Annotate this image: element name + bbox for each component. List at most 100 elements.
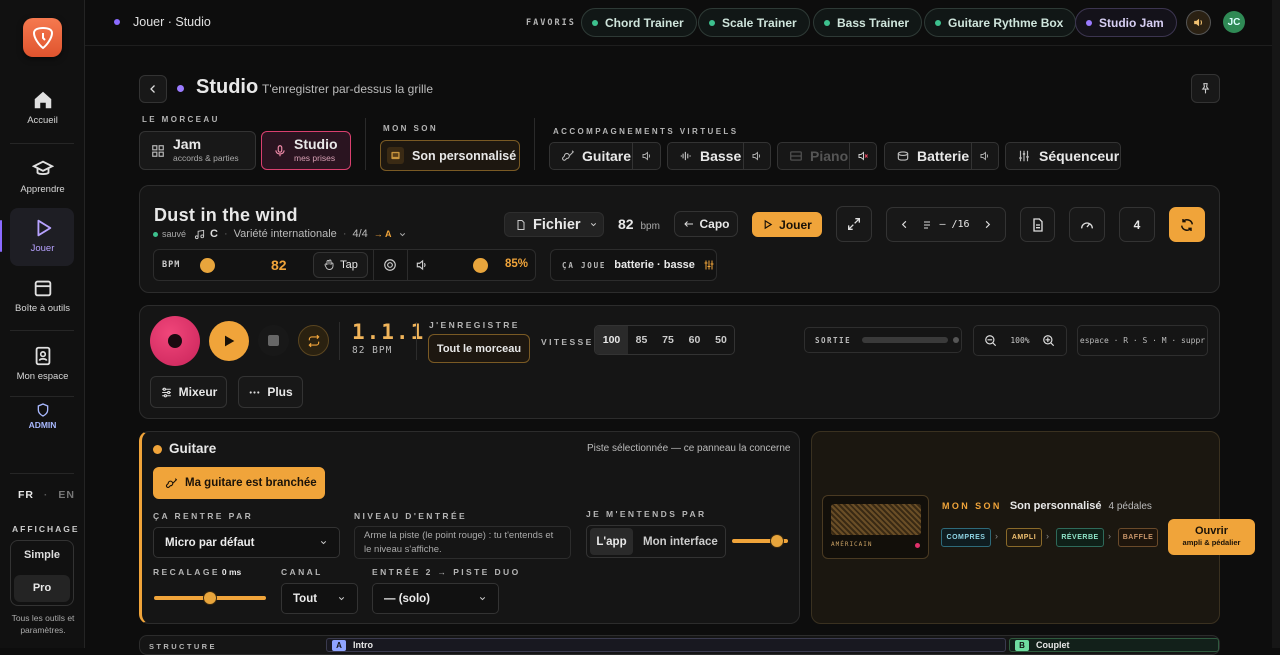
fav-guitare-rythme-box[interactable]: Guitare Rythme Box: [924, 8, 1077, 37]
loop-toggle-button[interactable]: [298, 325, 329, 356]
lang-fr[interactable]: FR: [18, 489, 34, 501]
speed-50[interactable]: 50: [708, 326, 734, 354]
capo-button[interactable]: Capo: [674, 211, 738, 237]
speed-85[interactable]: 85: [628, 326, 655, 354]
duo-select[interactable]: — (solo): [372, 583, 499, 614]
metronome-target-button[interactable]: [383, 258, 397, 275]
jouer-button[interactable]: Jouer: [752, 212, 822, 237]
chain-compres[interactable]: COMPRES: [941, 528, 991, 547]
batterie-toggle[interactable]: Batterie: [885, 143, 972, 169]
bpm-slider-thumb[interactable]: [200, 258, 215, 273]
guitar-plugged-button[interactable]: Ma guitare est branchée: [153, 467, 325, 499]
song-meter[interactable]: 4/4: [352, 228, 367, 240]
fav-bass-trainer[interactable]: Bass Trainer: [813, 8, 923, 37]
sound-toggle-button[interactable]: [1186, 10, 1211, 35]
input-select[interactable]: Micro par défaut: [153, 527, 340, 558]
volume-slider-thumb[interactable]: [473, 258, 488, 273]
record-mode-select[interactable]: Tout le morceau: [428, 334, 530, 363]
sidebar-label: Apprendre: [20, 184, 65, 195]
piano-toggle[interactable]: Piano: [778, 143, 850, 169]
volume-button[interactable]: [415, 258, 429, 275]
accomp-label: ACCOMPAGNEMENTS VIRTUELS: [553, 127, 739, 136]
zoom-in-icon[interactable]: [1042, 334, 1056, 348]
graduation-cap-icon: [31, 160, 54, 175]
chain-ampli[interactable]: AMPLI: [1006, 528, 1042, 547]
basse-toggle[interactable]: Basse: [668, 143, 744, 169]
zoom-out-icon[interactable]: [984, 334, 998, 348]
play-button[interactable]: [209, 321, 249, 361]
sidebar-item-admin[interactable]: ADMIN: [0, 402, 85, 430]
speed-75[interactable]: 75: [655, 326, 681, 354]
expand-icon: [848, 218, 860, 230]
recalage-value: 0 ms: [221, 567, 242, 577]
jam-mode-button[interactable]: Jam accords & parties: [139, 131, 256, 170]
chain-baffle[interactable]: BAFFLE: [1118, 528, 1158, 547]
level-hint: Arme la piste (le point rouge) : tu t'en…: [354, 526, 571, 559]
more-horizontal-icon: [249, 390, 260, 394]
target-icon: [384, 259, 396, 271]
song-title: Dust in the wind: [154, 205, 298, 225]
monitor-app-option[interactable]: L'app: [590, 528, 633, 555]
back-button[interactable]: [139, 75, 167, 103]
scrollbar[interactable]: [1272, 0, 1280, 648]
monitor-volume-thumb[interactable]: [769, 534, 784, 548]
plus-button[interactable]: Plus: [238, 376, 303, 408]
avatar[interactable]: JC: [1223, 11, 1245, 33]
recalage-slider-thumb[interactable]: [203, 591, 217, 605]
song-key[interactable]: C: [210, 228, 218, 240]
sidebar-item-boite-a-outils[interactable]: Boîte à outils: [0, 277, 85, 314]
guitare-mute-button[interactable]: [633, 150, 660, 162]
recalage-slider-track[interactable]: [154, 591, 266, 605]
ca-joue-indicator[interactable]: ÇA JOUE batterie · basse: [550, 249, 717, 281]
amp-visual[interactable]: AMÉRICAIN: [822, 495, 929, 559]
chevron-down-icon[interactable]: [398, 230, 407, 239]
chain-reverbe[interactable]: RÉVERBE: [1056, 528, 1104, 547]
basse-mute-button[interactable]: [744, 150, 770, 162]
tap-tempo-button[interactable]: Tap: [313, 252, 368, 278]
guitare-toggle[interactable]: Guitare: [550, 143, 633, 169]
loop-button[interactable]: [1169, 207, 1205, 242]
piano-muted-button[interactable]: [850, 150, 876, 162]
mode-simple-button[interactable]: Simple: [11, 549, 73, 561]
page-title: Studio: [196, 76, 259, 98]
sidebar-item-mon-espace[interactable]: Mon espace: [0, 345, 85, 382]
chevron-right-icon[interactable]: [982, 219, 993, 230]
record-button[interactable]: [150, 316, 200, 366]
son-personnalise-button[interactable]: Son personnalisé: [380, 140, 520, 171]
stop-button[interactable]: [258, 325, 289, 356]
monitor-interface-option[interactable]: Mon interface: [643, 536, 718, 548]
speed-60[interactable]: 60: [681, 326, 708, 354]
section-couplet[interactable]: B Couplet: [1009, 638, 1219, 652]
fav-chord-trainer[interactable]: Chord Trainer: [581, 8, 697, 37]
speed-100[interactable]: 100: [595, 326, 628, 354]
sidebar-item-accueil[interactable]: Accueil: [0, 89, 85, 126]
sheet-button[interactable]: [1020, 207, 1055, 242]
metronome-button[interactable]: [1069, 207, 1105, 242]
fullscreen-button[interactable]: [836, 206, 872, 242]
batterie-mute-button[interactable]: [972, 150, 998, 162]
monitor-volume-track[interactable]: [732, 534, 788, 548]
count-in-button[interactable]: 4: [1119, 207, 1155, 242]
fichier-menu[interactable]: Fichier: [504, 212, 604, 237]
song-genre[interactable]: Variété internationale: [234, 228, 337, 240]
fav-studio-jam[interactable]: Studio Jam: [1075, 8, 1177, 37]
app-logo[interactable]: [23, 18, 62, 57]
studio-mode-button[interactable]: Studio mes prises: [261, 131, 351, 170]
section-intro[interactable]: A Intro: [326, 638, 1006, 652]
mixeur-button[interactable]: Mixeur: [150, 376, 227, 408]
fav-scale-trainer[interactable]: Scale Trainer: [698, 8, 810, 37]
sequenceur-button[interactable]: Séquenceur: [1005, 142, 1121, 170]
zoom-level: 100%: [1010, 336, 1030, 345]
amp-power-led: [915, 543, 920, 548]
chevron-left-icon[interactable]: [899, 219, 910, 230]
ca-joue-label: ÇA JOUE: [562, 260, 607, 270]
canal-select[interactable]: Tout: [281, 583, 358, 614]
section-target[interactable]: → A: [374, 229, 392, 239]
sidebar-item-jouer[interactable]: Jouer: [0, 217, 85, 254]
lang-en[interactable]: EN: [58, 489, 75, 501]
speaker-icon: [752, 151, 761, 161]
open-amp-button[interactable]: Ouvrir ampli & pédalier: [1168, 519, 1255, 555]
sidebar-item-apprendre[interactable]: Apprendre: [0, 158, 85, 195]
pin-button[interactable]: [1191, 74, 1220, 103]
mode-pro-button[interactable]: Pro: [14, 575, 70, 602]
